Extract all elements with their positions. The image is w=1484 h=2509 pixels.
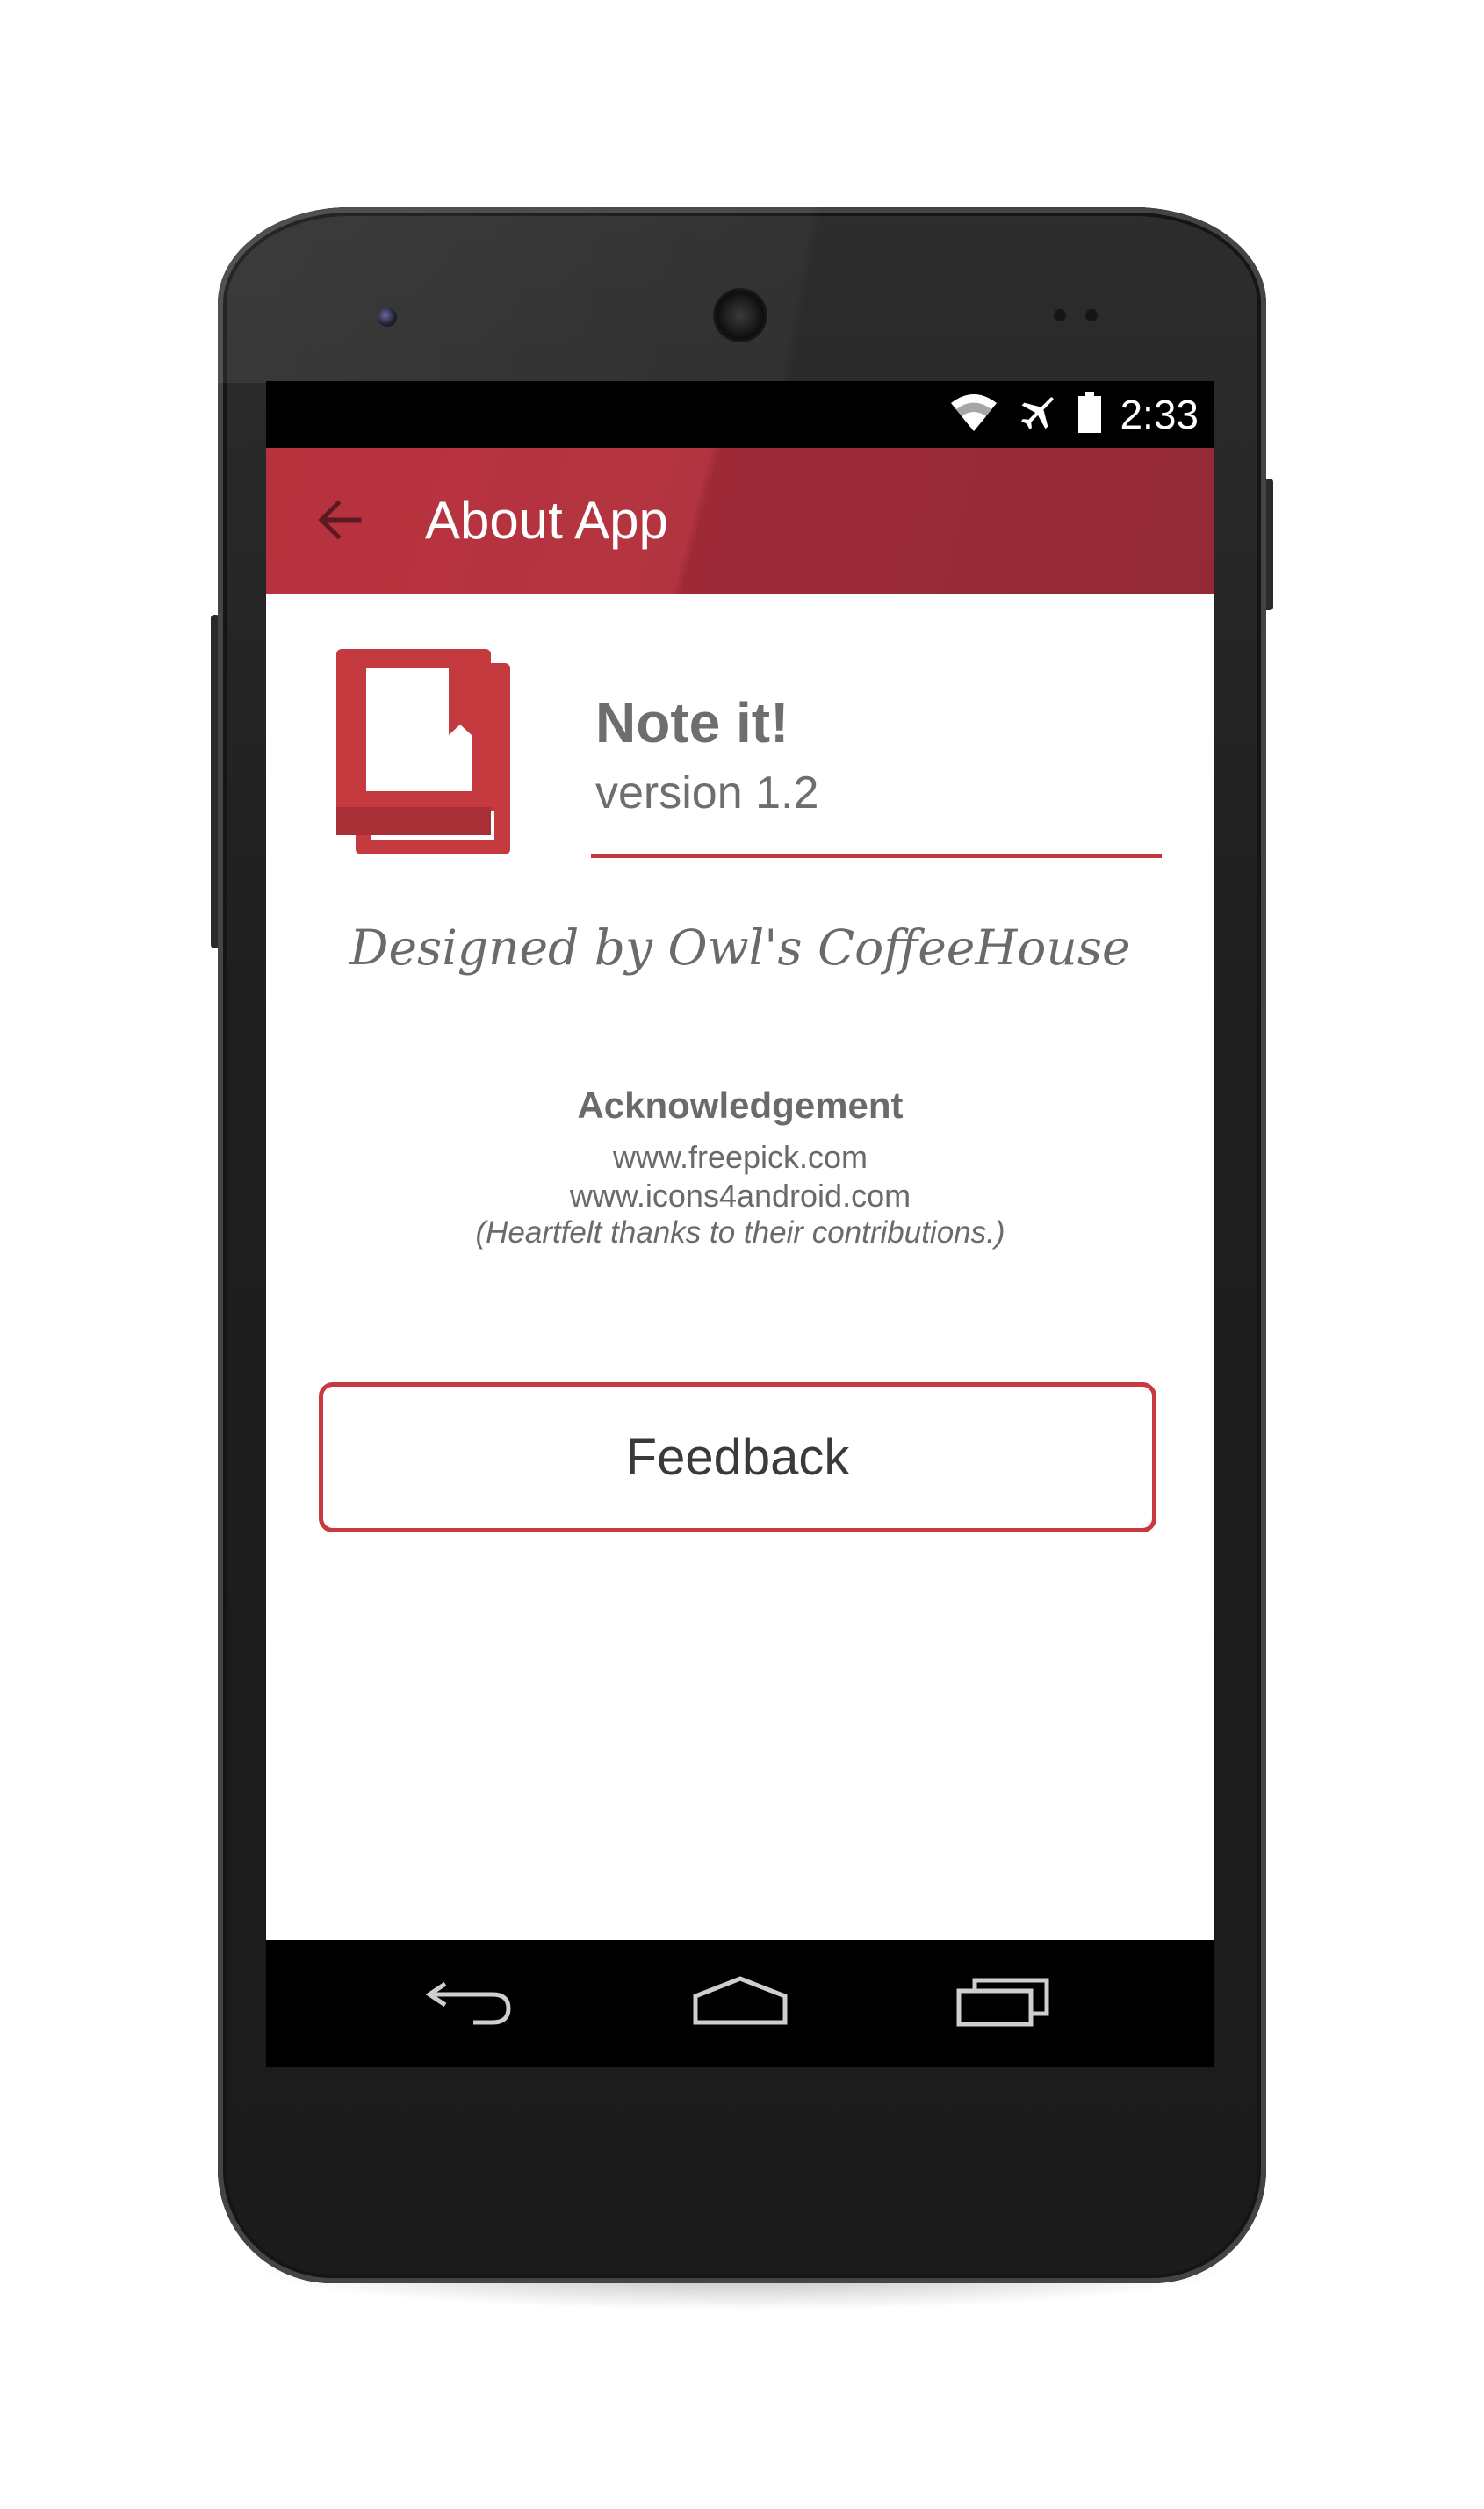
ack-link-freepick[interactable]: www.freepick.com <box>266 1138 1214 1177</box>
page-title: About App <box>425 491 668 550</box>
designed-by-text: Designed by Owl's CoffeeHouse <box>349 919 1131 976</box>
navigation-bar <box>266 1940 1214 2067</box>
book-bookmark-icon <box>336 649 512 856</box>
acknowledgement-note: (Heartfelt thanks to their contributions… <box>475 1215 1005 1250</box>
front-camera-icon <box>378 307 397 327</box>
app-bar: About App <box>266 448 1214 594</box>
back-arrow-icon[interactable] <box>312 492 368 548</box>
battery-icon <box>1077 391 1102 438</box>
title-underline <box>591 854 1162 858</box>
acknowledgement-heading: Acknowledgement <box>577 1085 904 1126</box>
app-name: Note it! <box>595 691 789 754</box>
status-time: 2:33 <box>1120 392 1199 437</box>
feedback-button[interactable]: Feedback <box>319 1382 1156 1532</box>
status-icons: 2:33 <box>949 381 1199 448</box>
status-bar: 2:33 <box>266 381 1214 448</box>
speaker-grille <box>713 288 767 342</box>
wifi-icon <box>949 393 998 437</box>
ack-link-icons4android[interactable]: www.icons4android.com <box>266 1177 1214 1215</box>
nav-back-icon[interactable] <box>420 1971 516 2032</box>
proximity-sensor <box>1054 309 1066 321</box>
light-sensor <box>1085 309 1098 321</box>
app-version: version 1.2 <box>595 768 819 818</box>
airplane-mode-icon <box>1016 391 1060 439</box>
nav-recents-icon[interactable] <box>955 1971 1052 2032</box>
screen: 2:33 About App Note it! version 1.2 Desi… <box>266 381 1214 2067</box>
nav-home-icon[interactable] <box>692 1971 789 2032</box>
